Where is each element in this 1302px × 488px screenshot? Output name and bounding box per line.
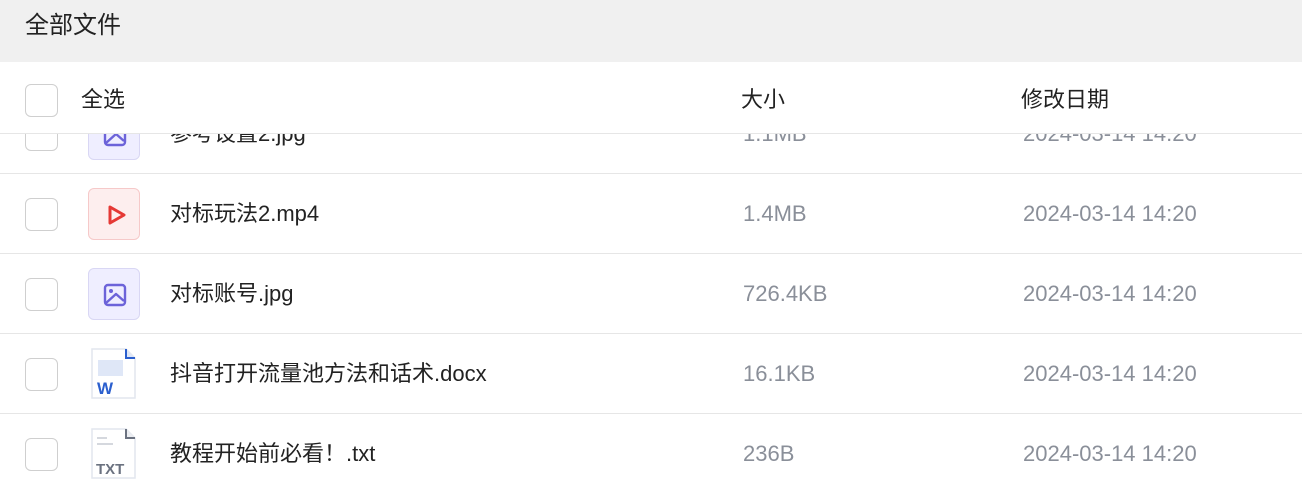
select-all-checkbox[interactable] bbox=[25, 84, 58, 117]
size-column-header[interactable]: 大小 bbox=[741, 86, 785, 114]
file-size: 1.1MB bbox=[743, 134, 807, 148]
modified-date-column-header[interactable]: 修改日期 bbox=[1021, 86, 1109, 114]
file-date: 2024-03-14 14:20 bbox=[1023, 134, 1197, 148]
file-row[interactable]: 对标账号.jpg 726.4KB 2024-03-14 14:20 bbox=[0, 254, 1302, 334]
row-checkbox[interactable] bbox=[25, 438, 58, 471]
file-name[interactable]: 抖音打开流量池方法和话术.docx bbox=[170, 360, 487, 388]
file-size: 236B bbox=[743, 441, 795, 466]
txt-icon-letters: TXT bbox=[96, 461, 124, 478]
file-size: 726.4KB bbox=[743, 281, 828, 306]
file-name[interactable]: 对标账号.jpg bbox=[170, 280, 293, 308]
title-bar: 全部文件 bbox=[0, 0, 1302, 62]
video-file-icon bbox=[88, 188, 140, 240]
file-row[interactable]: 参考设置2.jpg 1.1MB 2024-03-14 14:20 bbox=[0, 134, 1302, 174]
file-name[interactable]: 对标玩法2.mp4 bbox=[170, 200, 319, 228]
select-all-label[interactable]: 全选 bbox=[81, 86, 125, 114]
file-size: 1.4MB bbox=[743, 201, 807, 226]
word-file-icon: W bbox=[88, 348, 140, 400]
image-file-icon bbox=[88, 268, 140, 320]
file-row[interactable]: 对标玩法2.mp4 1.4MB 2024-03-14 14:20 bbox=[0, 174, 1302, 254]
txt-file-icon: TXT bbox=[88, 428, 140, 480]
file-row[interactable]: TXT 教程开始前必看！.txt 236B 2024-03-14 14:20 bbox=[0, 414, 1302, 488]
word-icon-letter: W bbox=[97, 379, 114, 398]
file-name[interactable]: 参考设置2.jpg bbox=[170, 134, 306, 148]
row-checkbox[interactable] bbox=[25, 358, 58, 391]
file-date: 2024-03-14 14:20 bbox=[1023, 361, 1197, 386]
file-row[interactable]: W 抖音打开流量池方法和话术.docx 16.1KB 2024-03-14 14… bbox=[0, 334, 1302, 414]
file-date: 2024-03-14 14:20 bbox=[1023, 281, 1197, 306]
file-date: 2024-03-14 14:20 bbox=[1023, 201, 1197, 226]
row-checkbox[interactable] bbox=[25, 198, 58, 231]
file-name[interactable]: 教程开始前必看！.txt bbox=[170, 440, 375, 468]
page-title: 全部文件 bbox=[25, 12, 121, 39]
file-list[interactable]: 参考设置2.jpg 1.1MB 2024-03-14 14:20 对标玩法2.m… bbox=[0, 134, 1302, 488]
file-date: 2024-03-14 14:20 bbox=[1023, 441, 1197, 466]
row-checkbox[interactable] bbox=[25, 278, 58, 311]
image-file-icon bbox=[88, 134, 140, 160]
list-header: 全选 大小 修改日期 bbox=[0, 62, 1302, 134]
file-size: 16.1KB bbox=[743, 361, 816, 386]
row-checkbox[interactable] bbox=[25, 134, 58, 151]
